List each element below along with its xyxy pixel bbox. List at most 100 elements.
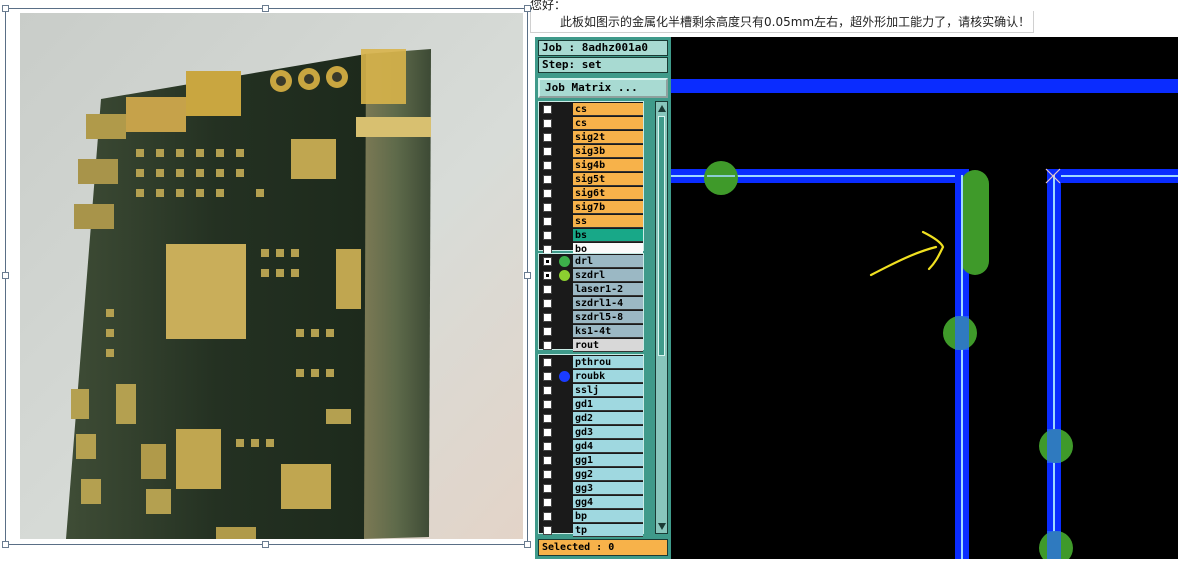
layer-row[interactable]: ss bbox=[539, 215, 643, 228]
layer-checkbox[interactable] bbox=[543, 133, 552, 142]
layer-checkbox[interactable] bbox=[543, 456, 552, 465]
layer-name[interactable]: cs bbox=[573, 103, 643, 116]
scrollbar-thumb[interactable] bbox=[658, 116, 665, 356]
resize-handle-t[interactable] bbox=[262, 5, 269, 12]
layer-checkbox[interactable] bbox=[543, 498, 552, 507]
layer-name[interactable]: sig4b bbox=[573, 159, 643, 172]
layer-checkbox[interactable] bbox=[543, 372, 552, 381]
layer-name[interactable]: sig2t bbox=[573, 131, 643, 144]
layer-row[interactable]: rout bbox=[539, 339, 643, 352]
layer-row[interactable]: gg3 bbox=[539, 482, 643, 495]
layer-checkbox[interactable] bbox=[543, 175, 552, 184]
layer-row[interactable]: sslj bbox=[539, 384, 643, 397]
layer-row[interactable]: bs bbox=[539, 229, 643, 242]
layer-row[interactable]: laser1-2 bbox=[539, 283, 643, 296]
scroll-up-icon[interactable] bbox=[658, 105, 666, 112]
layer-checkbox[interactable] bbox=[543, 428, 552, 437]
layer-checkbox[interactable] bbox=[543, 189, 552, 198]
layer-checkbox[interactable] bbox=[543, 271, 552, 280]
layer-checkbox[interactable] bbox=[543, 257, 552, 266]
layer-checkbox[interactable] bbox=[543, 341, 552, 350]
layer-checkbox[interactable] bbox=[543, 299, 552, 308]
resize-handle-r[interactable] bbox=[524, 272, 531, 279]
layer-checkbox[interactable] bbox=[543, 327, 552, 336]
layer-row[interactable]: gd3 bbox=[539, 426, 643, 439]
layer-row[interactable]: pthrou bbox=[539, 356, 643, 369]
layer-name[interactable]: gg3 bbox=[573, 482, 643, 495]
layer-checkbox[interactable] bbox=[543, 285, 552, 294]
layer-name[interactable]: gg4 bbox=[573, 496, 643, 509]
layer-row[interactable]: gd2 bbox=[539, 412, 643, 425]
layer-row[interactable]: sig4b bbox=[539, 159, 643, 172]
layer-name[interactable]: gd3 bbox=[573, 426, 643, 439]
layer-name[interactable]: bs bbox=[573, 229, 643, 242]
layer-name[interactable]: szdrl5-8 bbox=[573, 311, 643, 324]
layer-checkbox[interactable] bbox=[543, 512, 552, 521]
layer-row[interactable]: roubk bbox=[539, 370, 643, 383]
layer-checkbox[interactable] bbox=[543, 203, 552, 212]
resize-handle-l[interactable] bbox=[2, 272, 9, 279]
layer-row[interactable]: gd4 bbox=[539, 440, 643, 453]
layer-name[interactable]: cs bbox=[573, 117, 643, 130]
scroll-down-icon[interactable] bbox=[658, 523, 666, 530]
layer-name[interactable]: sig7b bbox=[573, 201, 643, 214]
layer-checkbox[interactable] bbox=[543, 105, 552, 114]
layer-name[interactable]: pthrou bbox=[573, 356, 643, 369]
layer-row[interactable]: sig2t bbox=[539, 131, 643, 144]
layer-checkbox[interactable] bbox=[543, 161, 552, 170]
layer-checkbox[interactable] bbox=[543, 386, 552, 395]
resize-handle-tr[interactable] bbox=[524, 5, 531, 12]
layer-checkbox[interactable] bbox=[543, 442, 552, 451]
resize-handle-tl[interactable] bbox=[2, 5, 9, 12]
layer-name[interactable]: sig5t bbox=[573, 173, 643, 186]
layer-checkbox[interactable] bbox=[543, 231, 552, 240]
layer-row[interactable]: gg1 bbox=[539, 454, 643, 467]
graphic-canvas[interactable] bbox=[671, 37, 1178, 559]
layer-row[interactable]: szdrl1-4 bbox=[539, 297, 643, 310]
layer-name[interactable]: tp bbox=[573, 524, 643, 537]
layer-row[interactable]: gg4 bbox=[539, 496, 643, 509]
layer-row[interactable]: gd1 bbox=[539, 398, 643, 411]
layer-name[interactable]: sig6t bbox=[573, 187, 643, 200]
layer-row[interactable]: sig7b bbox=[539, 201, 643, 214]
layer-row[interactable]: bp bbox=[539, 510, 643, 523]
layer-row[interactable]: cs bbox=[539, 103, 643, 116]
layer-row[interactable]: gg2 bbox=[539, 468, 643, 481]
layer-name[interactable]: szdrl bbox=[573, 269, 643, 282]
layer-name[interactable]: szdrl1-4 bbox=[573, 297, 643, 310]
layer-checkbox[interactable] bbox=[543, 358, 552, 367]
layer-row[interactable]: sig5t bbox=[539, 173, 643, 186]
layer-row[interactable]: szdrl bbox=[539, 269, 643, 282]
layer-row[interactable]: ks1-4t bbox=[539, 325, 643, 338]
layer-name[interactable]: roubk bbox=[573, 370, 643, 383]
layer-name[interactable]: gg2 bbox=[573, 468, 643, 481]
layer-name[interactable]: gd4 bbox=[573, 440, 643, 453]
layer-checkbox[interactable] bbox=[543, 414, 552, 423]
layer-name[interactable]: sig3b bbox=[573, 145, 643, 158]
layer-checkbox[interactable] bbox=[543, 313, 552, 322]
layer-name[interactable]: rout bbox=[573, 339, 643, 352]
layer-row[interactable]: sig3b bbox=[539, 145, 643, 158]
layer-checkbox[interactable] bbox=[543, 147, 552, 156]
layer-name[interactable]: gg1 bbox=[573, 454, 643, 467]
layer-scrollbar[interactable] bbox=[655, 101, 668, 534]
layer-name[interactable]: bp bbox=[573, 510, 643, 523]
layer-checkbox[interactable] bbox=[543, 484, 552, 493]
resize-handle-br[interactable] bbox=[524, 541, 531, 548]
layer-row[interactable]: drl bbox=[539, 255, 643, 268]
layer-name[interactable]: gd2 bbox=[573, 412, 643, 425]
layer-row[interactable]: sig6t bbox=[539, 187, 643, 200]
layer-checkbox[interactable] bbox=[543, 119, 552, 128]
pcb-photo-frame[interactable] bbox=[5, 8, 528, 545]
layer-row[interactable]: szdrl5-8 bbox=[539, 311, 643, 324]
layer-name[interactable]: ss bbox=[573, 215, 643, 228]
layer-name[interactable]: drl bbox=[573, 255, 643, 268]
layer-checkbox[interactable] bbox=[543, 526, 552, 535]
layer-checkbox[interactable] bbox=[543, 217, 552, 226]
job-matrix-button[interactable]: Job Matrix ... bbox=[538, 78, 668, 98]
layer-checkbox[interactable] bbox=[543, 470, 552, 479]
layer-row[interactable]: tp bbox=[539, 524, 643, 537]
layer-name[interactable]: ks1-4t bbox=[573, 325, 643, 338]
layer-row[interactable]: cs bbox=[539, 117, 643, 130]
resize-handle-bl[interactable] bbox=[2, 541, 9, 548]
